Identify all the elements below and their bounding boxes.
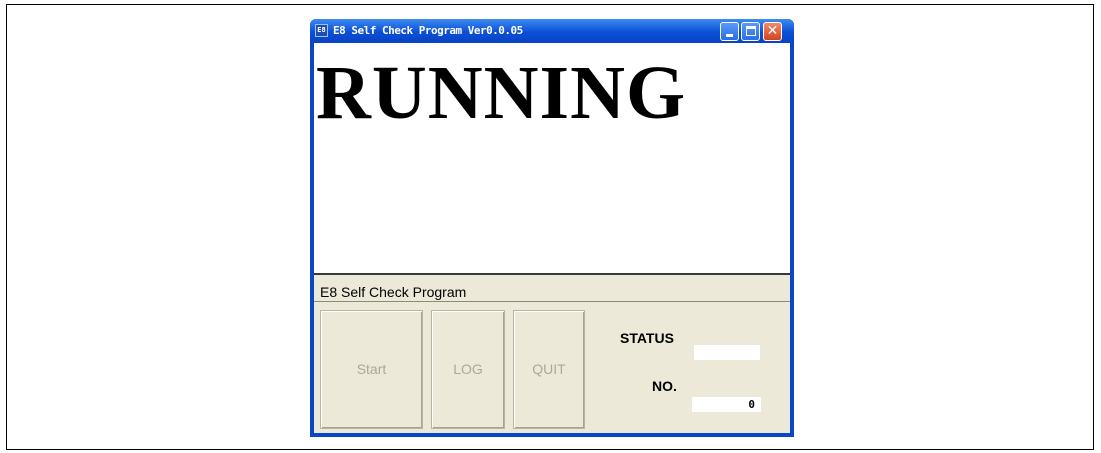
log-button[interactable]: LOG xyxy=(431,310,505,429)
start-button[interactable]: Start xyxy=(320,310,423,429)
status-label: STATUS xyxy=(620,330,674,346)
maximize-icon xyxy=(746,26,756,36)
status-field xyxy=(694,345,760,360)
minimize-button[interactable] xyxy=(720,22,739,41)
output-canvas: RUNNING xyxy=(314,43,790,275)
status-bar-text: E8 Self Check Program xyxy=(320,284,467,300)
maximize-button[interactable] xyxy=(741,22,760,41)
title-bar[interactable]: E8 E8 Self Check Program Ver0.0.05 ✕ xyxy=(310,19,794,43)
status-bar: E8 Self Check Program xyxy=(314,282,790,302)
minimize-icon xyxy=(726,34,733,37)
close-icon: ✕ xyxy=(766,23,779,39)
app-icon: E8 xyxy=(315,24,328,37)
running-message: RUNNING xyxy=(316,51,687,135)
close-button[interactable]: ✕ xyxy=(763,22,782,41)
quit-button[interactable]: QUIT xyxy=(513,310,585,429)
number-field: 0 xyxy=(692,397,761,412)
client-area: RUNNING E8 Self Check Program Start LOG … xyxy=(314,43,790,433)
window-title: E8 Self Check Program Ver0.0.05 xyxy=(333,24,523,37)
app-window: E8 E8 Self Check Program Ver0.0.05 ✕ RUN… xyxy=(310,19,794,437)
number-label: NO. xyxy=(652,378,677,394)
